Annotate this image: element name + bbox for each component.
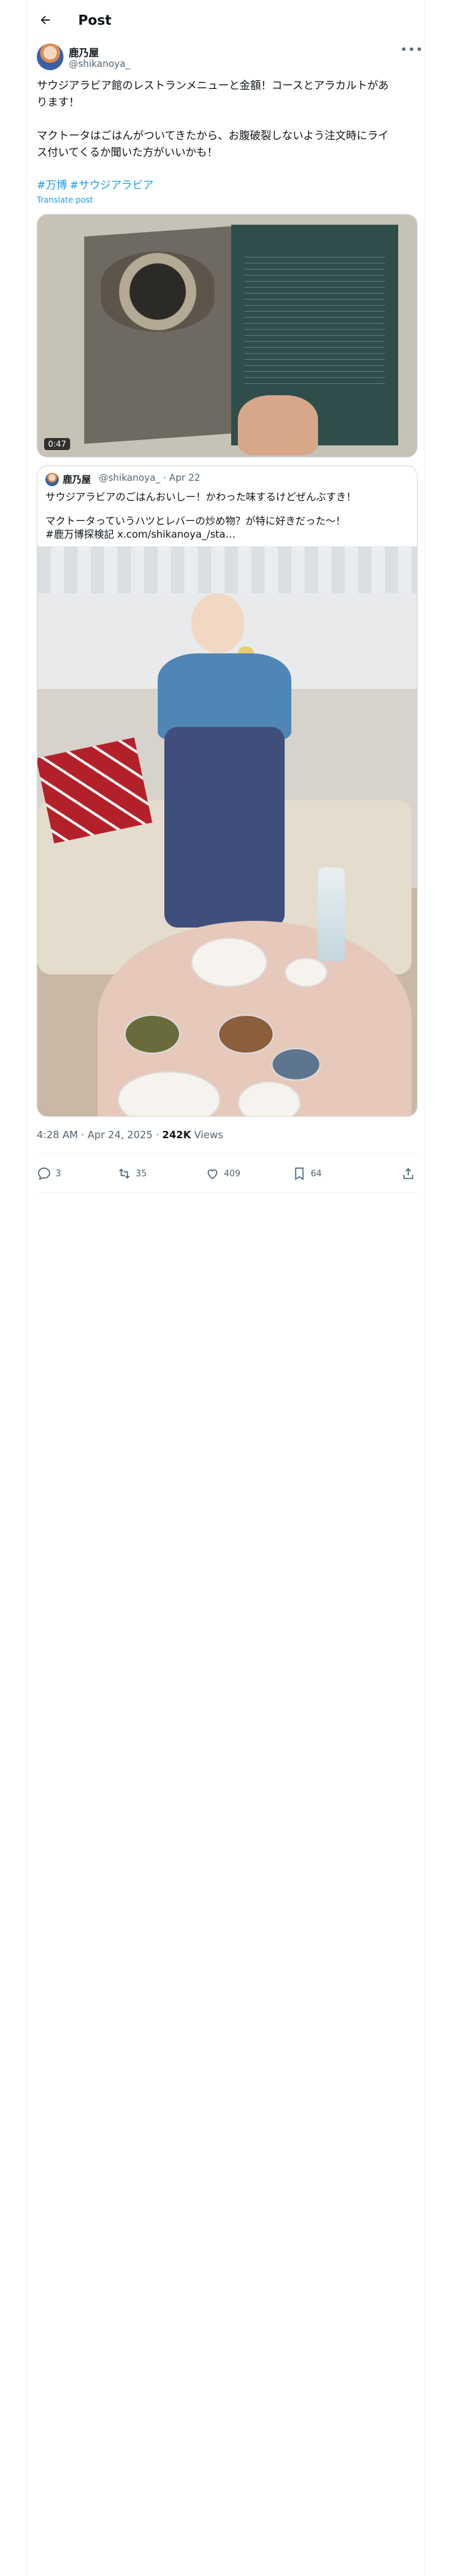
quote-author-name: 鹿乃屋 <box>63 475 91 486</box>
quote-text-line: マクトータっていうハツとレバーの炒め物？が特に好きだった〜！ <box>45 515 346 527</box>
bookmark-icon <box>295 1167 304 1180</box>
avatar[interactable] <box>37 43 63 70</box>
share-button[interactable] <box>401 1160 420 1187</box>
video-frame-dish <box>101 251 214 332</box>
post-text-line: サウジアラビア館のレストランメニューと金額！コースとアラカルトがあ <box>37 79 389 92</box>
like-icon <box>207 1169 218 1180</box>
hashtags: #万博 #サウジアラビア <box>37 176 156 192</box>
more-icon[interactable]: ••• <box>400 43 424 57</box>
like-button[interactable]: 409 <box>205 1160 241 1187</box>
post-text-line: ります！ <box>37 96 80 108</box>
like-count: 409 <box>224 1168 241 1179</box>
quote-text-line: #鹿万博探検記 x.com/shikanoya_/sta… <box>45 528 236 540</box>
bookmark-button[interactable]: 64 <box>292 1160 322 1187</box>
page-title: Post <box>78 12 112 28</box>
post-timestamp[interactable]: 4:28 AM · Apr 24, 2025 · 242K Views <box>37 1129 223 1141</box>
reply-count: 3 <box>55 1168 61 1179</box>
video-duration-badge: 0:47 <box>44 438 70 450</box>
repost-button[interactable]: 35 <box>117 1160 147 1187</box>
repost-icon <box>119 1168 130 1179</box>
repost-count: 35 <box>136 1168 147 1179</box>
action-bar: 3 35 409 64 <box>37 1160 418 1187</box>
divider <box>37 1153 418 1154</box>
reply-button[interactable]: 3 <box>37 1160 61 1187</box>
translate-link[interactable]: Translate post <box>37 195 93 205</box>
divider <box>37 1192 418 1193</box>
author-name[interactable]: 鹿乃屋 <box>69 45 99 60</box>
back-arrow-icon[interactable] <box>37 11 54 29</box>
quote-photo[interactable] <box>37 546 417 1116</box>
post-text-line: マクトータはごはんがついてきたから、お腹破裂しないよう注文時にライ <box>37 129 389 142</box>
reply-icon <box>37 1167 51 1180</box>
hashtag-link[interactable]: #サウジアラビア <box>69 179 153 191</box>
post-text-line: ス付いてくるか聞いた方がいいかも！ <box>37 146 218 158</box>
hashtag-link[interactable]: #万博 <box>37 179 67 191</box>
bookmark-count: 64 <box>311 1168 322 1179</box>
quote-avatar <box>45 473 59 486</box>
video-player[interactable]: 0:47 <box>37 214 418 457</box>
quoted-post[interactable]: 鹿乃屋 @shikanoya_ · Apr 22 サウジアラビアのごはんおいしー… <box>37 465 418 1117</box>
quote-meta: @shikanoya_ · Apr 22 <box>99 473 200 484</box>
share-icon <box>403 1168 414 1180</box>
video-frame-hand <box>238 395 318 455</box>
author-handle[interactable]: @shikanoya_ <box>69 59 130 70</box>
quote-text-line: サウジアラビアのごはんおいしー！かわった味するけどぜんぶすき！ <box>45 491 357 503</box>
post-header: Post <box>37 8 112 32</box>
